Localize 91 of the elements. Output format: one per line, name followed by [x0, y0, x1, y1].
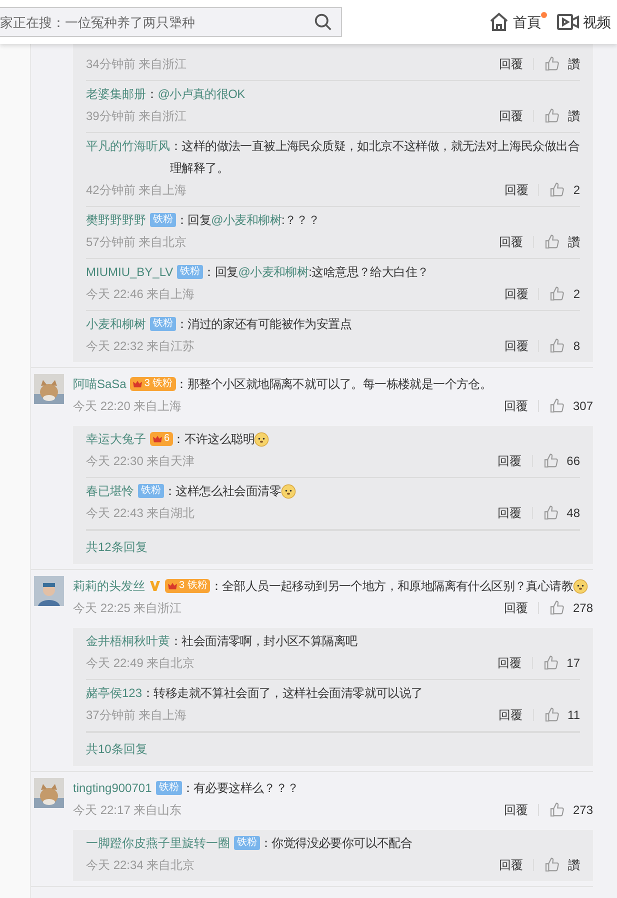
reply-link[interactable]: 回覆 [499, 859, 534, 871]
timestamp: 今天 22:25 来自浙江 [73, 600, 182, 616]
timestamp: 57分钟前 来自北京 [86, 234, 187, 250]
reply-link[interactable]: 回覆 [504, 288, 540, 300]
comment-text: ：@小卢真的很OK [146, 86, 246, 103]
thumbs-up-icon [544, 108, 560, 124]
timestamp: 37分钟前 来自上海 [86, 706, 187, 724]
reply-link[interactable]: 回覆 [498, 455, 533, 467]
home-icon [489, 12, 509, 32]
reply-link[interactable]: 回覆 [499, 236, 534, 248]
timestamp: 今天 22:43 来自湖北 [86, 504, 195, 522]
like-button[interactable]: 2 [549, 182, 580, 198]
fan-level-tag: 6 [150, 432, 173, 446]
thumbs-up-icon [544, 857, 560, 873]
fan-tag: 铁粉 [156, 781, 182, 795]
timestamp: 今天 22:46 来自上海 [86, 286, 195, 302]
like-button[interactable]: 讚 [544, 856, 580, 874]
timestamp: 今天 22:34 来自北京 [86, 856, 195, 874]
reply-link[interactable]: 回覆 [504, 602, 539, 614]
comment-text: ：全部人员一起移动到另一个地方，和原地隔离有什么区别？真心请教 [210, 575, 593, 597]
comment-text: ：有必要这样么？？？ [182, 780, 300, 797]
timestamp: 今天 22:30 来自天津 [86, 452, 195, 470]
comment-text: ：社会面清零啊，封小区不算隔离吧 [170, 633, 358, 650]
timestamp: 34分钟前 来自浙江 [86, 56, 187, 72]
like-button[interactable]: 11 [544, 707, 580, 723]
comment-text: ：回复@小麦和柳树:？？？ [176, 212, 321, 229]
fan-level-tag: 3 铁粉 [165, 579, 210, 593]
timestamp: 今天 22:49 来自北京 [86, 654, 195, 672]
like-button[interactable]: 8 [549, 338, 580, 354]
thumbs-up-icon [544, 707, 560, 723]
fan-tag: 铁粉 [150, 213, 176, 227]
reply-link[interactable]: 回覆 [499, 58, 534, 70]
comment-text: ：这样的做法一直被上海民众质疑，如北京不这样做，就无法对上海民众做出合理解释了。 [170, 138, 580, 177]
like-button[interactable]: 273 [548, 802, 593, 818]
thumbs-up-icon [542, 655, 559, 671]
thumbs-up-icon [549, 286, 566, 302]
thumbs-up-icon [549, 182, 566, 198]
like-button[interactable]: 278 [548, 600, 593, 616]
thumbs-up-icon [544, 56, 560, 72]
crown-icon [168, 582, 177, 590]
reply-link[interactable]: 回覆 [498, 657, 533, 669]
reply-link[interactable]: 回覆 [504, 340, 540, 352]
reply-link[interactable]: 回覆 [504, 804, 539, 816]
timestamp: 42分钟前 来自上海 [86, 182, 187, 198]
thumbs-up-icon [549, 338, 566, 354]
comment-text: ：这样怎么社会面清零 [164, 480, 580, 502]
reply-link[interactable]: 回覆 [498, 709, 534, 721]
crown-icon [133, 380, 142, 388]
timestamp: 今天 22:17 来自山东 [73, 802, 182, 818]
comment-text: ：不许这么聪明 [172, 428, 580, 450]
reply-link[interactable]: 回覆 [498, 507, 533, 519]
search-field[interactable]: 家正在搜：一位冤种养了两只犟种 [0, 7, 342, 37]
nav-link[interactable]: 首頁 [489, 12, 547, 32]
fan-tag: 铁粉 [150, 317, 176, 331]
timestamp: 39分钟前 来自浙江 [86, 108, 187, 124]
search-icon[interactable] [314, 13, 332, 31]
comment-text: ：消过的家还有可能被作为安置点 [176, 316, 353, 333]
thumbs-up-icon [542, 505, 559, 521]
comment-text: ：转移走就不算社会面了，这样社会面清零就可以说了 [142, 685, 424, 702]
fan-tag: 铁粉 [138, 484, 164, 498]
verified-icon [149, 580, 161, 592]
fan-tag: 铁粉 [177, 265, 204, 279]
comment-text: ：你觉得没必要你可以不配合 [260, 835, 414, 852]
like-button[interactable]: 48 [542, 505, 580, 521]
comment-text: ：回复@小麦和柳树:这啥意思？给大白住？ [203, 264, 430, 281]
like-button[interactable]: 2 [549, 286, 580, 302]
video-icon [557, 13, 579, 31]
nav-link[interactable]: 视频 [557, 12, 617, 32]
thumbs-up-icon [544, 234, 560, 250]
fan-tag: 铁粉 [234, 836, 260, 850]
like-button[interactable]: 307 [548, 398, 593, 414]
timestamp: 今天 22:32 来自江苏 [86, 338, 195, 354]
like-button[interactable]: 讚 [544, 108, 580, 124]
like-button[interactable]: 讚 [544, 56, 580, 72]
like-button[interactable]: 讚 [544, 234, 580, 250]
username[interactable]: 莉莉的头发丝 [73, 575, 145, 597]
like-button[interactable]: 17 [542, 655, 580, 671]
like-button[interactable]: 66 [542, 453, 580, 469]
reply-link[interactable]: 回覆 [504, 400, 539, 412]
thumbs-up-icon [548, 398, 565, 414]
crown-icon [153, 434, 162, 444]
timestamp: 今天 22:20 来自上海 [73, 398, 182, 414]
thumbs-up-icon [548, 802, 565, 818]
reply-link[interactable]: 回覆 [499, 110, 534, 122]
username[interactable]: 阿喵SaSa [73, 373, 126, 395]
thumbs-up-icon [548, 600, 565, 616]
username[interactable]: tingting900701 [73, 777, 152, 799]
fan-level-tag: 3 铁粉 [130, 377, 176, 391]
comment-text: ：那整个小区就地隔离不就可以了。每一栋楼就是一个方仓。 [176, 376, 493, 393]
reply-link[interactable]: 回覆 [504, 184, 540, 196]
thumbs-up-icon [542, 453, 559, 469]
